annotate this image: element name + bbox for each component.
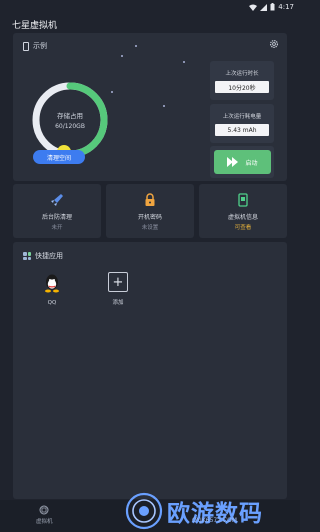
quick-apps-header: 快捷应用	[23, 251, 63, 261]
star-decoration	[135, 45, 137, 47]
status-bar: 4:17	[0, 0, 300, 14]
wifi-icon	[249, 4, 258, 11]
watermark: 欧游数码	[125, 490, 300, 532]
status-time: 4:17	[278, 3, 294, 11]
start-label: 启动	[245, 159, 258, 167]
tile-boot-password[interactable]: 开机密码 未设置	[106, 184, 194, 238]
runtime-label: 上次运行时长	[225, 71, 259, 77]
power-label: 上次运行耗电量	[222, 114, 262, 120]
tile-vm-info[interactable]: 虚拟机信息 可查看	[199, 184, 287, 238]
power-value: 5.43 mAh	[215, 124, 269, 136]
nav-label: 虚拟机	[36, 519, 53, 525]
watermark-url: OYJK6572.COM	[192, 517, 238, 524]
battery-icon	[270, 3, 275, 11]
app-label: QQ	[47, 300, 57, 306]
watermark-logo-icon	[125, 492, 163, 530]
nav-item-vm[interactable]: 虚拟机	[36, 505, 53, 525]
star-decoration	[121, 55, 123, 57]
tile-status: 未开	[51, 225, 63, 231]
add-app-button[interactable]: + 添加	[98, 272, 138, 306]
play-forward-icon	[227, 157, 239, 167]
storage-title: 存储占用	[57, 112, 83, 120]
power-stat: 上次运行耗电量 5.43 mAh	[210, 104, 274, 143]
tile-anti-clean[interactable]: 后台防清理 未开	[13, 184, 101, 238]
app-title: 七星虚拟机	[12, 21, 58, 31]
star-decoration	[163, 105, 165, 107]
grid-icon	[23, 252, 31, 260]
tile-status: 可查看	[234, 225, 252, 231]
add-app-label: 添加	[112, 300, 124, 306]
runtime-value: 10分20秒	[215, 81, 269, 93]
runtime-stat: 上次运行时长 10分20秒	[210, 61, 274, 100]
tile-label: 开机密码	[137, 214, 162, 221]
plus-icon: +	[108, 272, 128, 292]
gear-icon[interactable]	[269, 39, 279, 49]
start-button[interactable]: 启动	[214, 150, 271, 174]
clean-space-button[interactable]: 清理空间	[33, 150, 85, 164]
vm-nav-icon	[39, 505, 49, 515]
storage-value: 60/120GB	[55, 123, 85, 130]
tile-label: 虚拟机信息	[227, 214, 258, 221]
lock-icon	[145, 193, 155, 206]
device-info-icon	[238, 193, 248, 207]
tile-status: 未设置	[141, 225, 159, 231]
app-item-qq[interactable]: QQ	[32, 272, 72, 306]
star-decoration	[183, 61, 185, 63]
tile-label: 后台防清理	[41, 214, 72, 221]
device-label[interactable]: 示例	[23, 41, 47, 51]
signal-icon	[260, 3, 268, 11]
quick-apps-panel: 快捷应用 QQ + 添加	[13, 242, 287, 499]
qq-icon	[41, 272, 63, 294]
rocket-icon	[51, 194, 63, 206]
quick-apps-title: 快捷应用	[35, 252, 63, 260]
device-name: 示例	[33, 42, 47, 50]
phone-icon	[23, 41, 29, 51]
